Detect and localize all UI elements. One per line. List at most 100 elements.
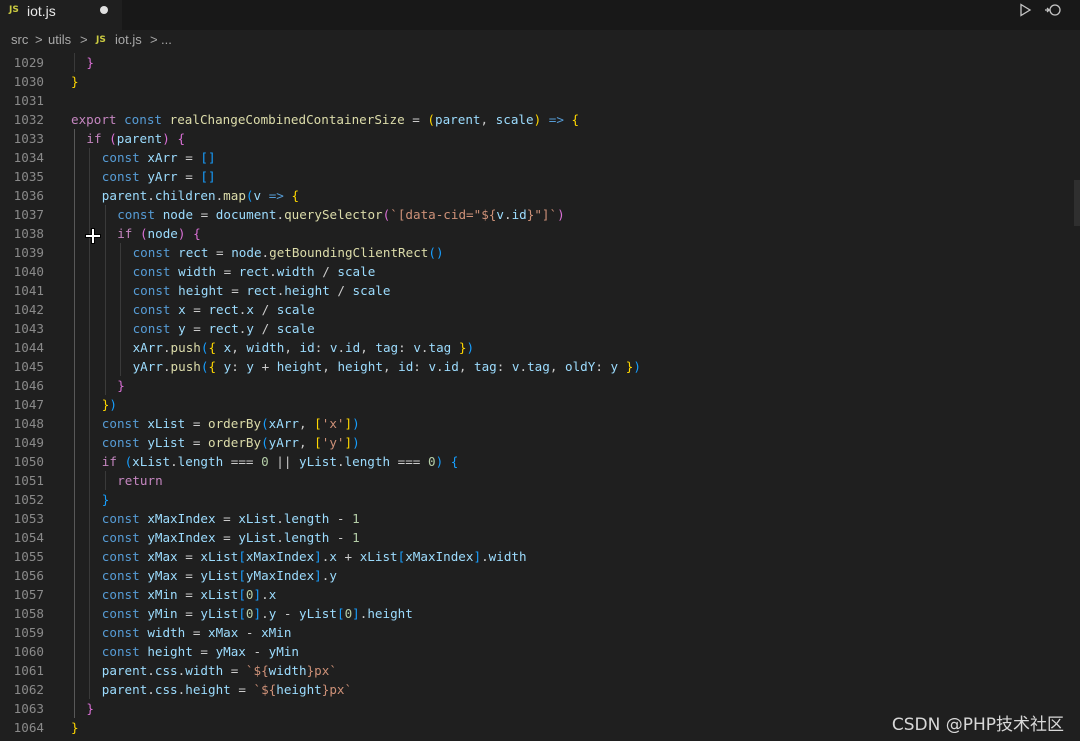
code-token: : [413,359,429,374]
code-line[interactable]: const yList = orderBy(yArr, ['y']) [102,433,360,452]
code-line[interactable]: const node = document.querySelector(`[da… [117,205,565,224]
code-line[interactable]: } [102,490,110,509]
code-token: = [185,625,208,640]
indent-guide [74,585,75,604]
code-line[interactable]: const width = xMax - xMin [102,623,292,642]
code-line[interactable]: return [117,471,163,490]
code-token: 0 [245,587,254,602]
editor-tab-iot-js[interactable]: JS iot.js [0,0,122,30]
code-line[interactable]: if (xList.length === 0 || yList.length =… [102,452,459,471]
code-line[interactable]: const xMin = xList[0].x [102,585,277,604]
code-line[interactable]: const xMaxIndex = xList.length - 1 [102,509,360,528]
tab-title: iot.js [27,3,56,19]
indent-guide [74,509,75,528]
unsaved-dot-icon[interactable] [100,6,108,14]
code-line[interactable]: if (node) { [117,224,200,243]
code-line[interactable]: export const realChangeCombinedContainer… [71,110,579,129]
code-token: . [436,359,444,374]
code-line[interactable]: const xMax = xList[xMaxIndex].x + xList[… [102,547,527,566]
code-token: = [404,112,428,127]
code-line[interactable]: const height = yMax - yMin [102,642,299,661]
code-line[interactable]: parent.css.width = `${width}px` [102,661,337,680]
code-line[interactable]: } [86,53,94,72]
code-line[interactable]: const height = rect.height / scale [133,281,391,300]
code-token: children [154,188,216,203]
line-number: 1063 [13,701,44,716]
line-number: 1040 [13,264,44,279]
code-token: ( [109,131,117,146]
indent-guide [104,471,106,490]
code-line[interactable]: const yMaxIndex = yList.length - 1 [102,528,360,547]
code-line[interactable]: const rect = node.getBoundingClientRect(… [133,243,444,262]
breadcrumb-utils[interactable]: utils [48,32,71,47]
code-token: yMaxIndex [245,568,315,583]
breadcrumb-symbol[interactable]: ... [161,32,172,47]
code-token: v [511,359,520,374]
indent-guide [89,376,91,395]
code-line[interactable]: }) [102,395,117,414]
code-line[interactable]: const width = rect.width / scale [133,262,376,281]
play-icon[interactable] [1018,3,1032,17]
code-token: / [253,321,277,336]
code-line[interactable]: } [71,718,79,737]
scrollbar-thumb[interactable] [1074,180,1080,226]
javascript-file-icon: JS [96,35,106,45]
code-token: ] [314,549,322,564]
code-line[interactable]: if (parent) { [86,129,185,148]
code-line[interactable]: xArr.push({ x, width, id: v.id, tag: v.t… [133,338,474,357]
indent-guide [104,243,106,262]
code-editor[interactable]: 1029} 1030} 1031 1032 export const realChang… [0,52,1080,741]
code-line[interactable]: const y = rect.y / scale [133,319,315,338]
code-token: = [177,150,201,165]
code-line[interactable]: const yArr = [] [102,167,216,186]
code-line[interactable]: const x = rect.x / scale [133,300,315,319]
code-token: const [101,416,140,431]
split-editor-icon[interactable] [1044,3,1062,17]
code-line[interactable]: const xList = orderBy(xArr, ['x']) [102,414,360,433]
indent-guide [74,680,75,699]
breadcrumb-file[interactable]: iot.js [115,32,142,47]
code-line[interactable]: yArr.push({ y: y + height, height, id: v… [133,357,641,376]
code-token: css [154,682,178,697]
code-line[interactable]: const yMax = yList[yMaxIndex].y [102,566,337,585]
code-token: . [276,511,284,526]
indent-guide [104,357,106,376]
code-line[interactable]: const yMin = yList[0].y - yList[0].heigh… [102,604,413,623]
code-token: xMaxIndex [245,549,315,564]
indent-guide [74,338,75,357]
code-line[interactable]: parent.children.map(v => { [102,186,299,205]
indent-guide [104,319,106,338]
code-token: yMin [147,606,178,621]
indent-guide [104,376,106,395]
code-token: 0 [261,454,269,469]
code-token: tag [473,359,497,374]
code-line[interactable]: const xArr = [] [102,148,216,167]
code-token: rect [208,302,239,317]
code-token: = [215,530,239,545]
line-number: 1037 [13,207,44,222]
code-token: push [170,359,201,374]
code-token: [ [336,606,345,621]
breadcrumb-src[interactable]: src [11,32,28,47]
code-line[interactable]: } [86,699,94,718]
code-token: push [170,340,201,355]
indent-guide [120,300,122,319]
code-token: width [488,549,527,564]
indent-guide [120,338,122,357]
code-token: yList [238,530,277,545]
code-line[interactable]: } [71,72,79,91]
line-number: 1044 [13,340,44,355]
code-token: / [314,264,338,279]
code-token: . [162,340,171,355]
indent-guide [74,566,75,585]
code-token: = [185,416,208,431]
code-token: . [147,682,155,697]
code-token: ( [261,435,269,450]
code-line[interactable]: } [117,376,125,395]
code-token: height [178,283,224,298]
code-line[interactable]: parent.css.height = `${height}px` [102,680,352,699]
code-token: , [322,359,338,374]
code-token: 0 [427,454,436,469]
